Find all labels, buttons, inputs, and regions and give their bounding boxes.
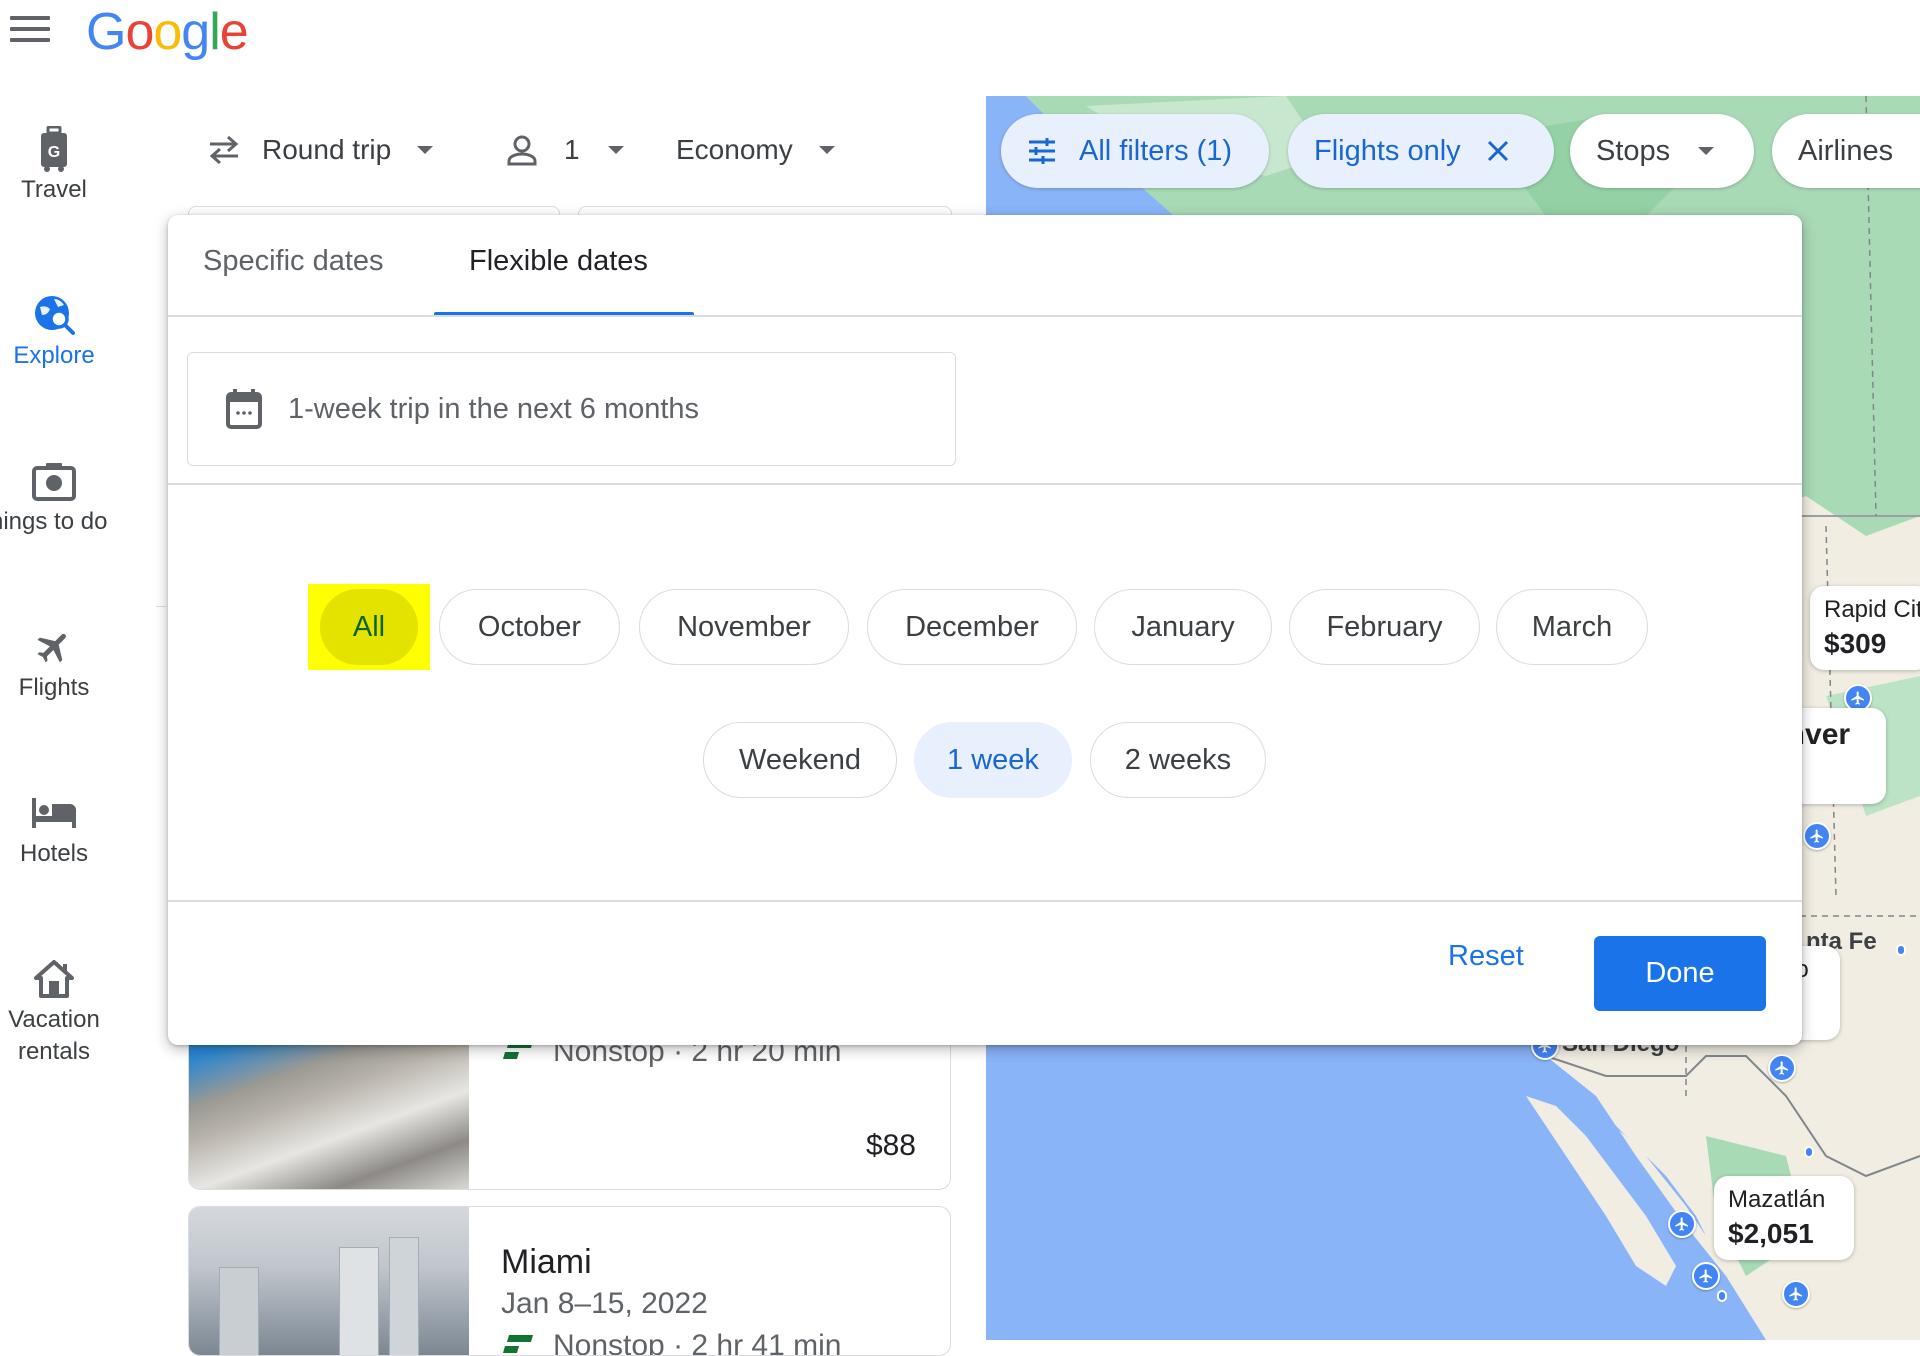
route-info: Nonstop · 2 hr 41 min xyxy=(501,1329,842,1356)
sidebar-item-hotels[interactable]: Hotels xyxy=(0,788,108,870)
map-dot xyxy=(1896,944,1906,956)
stops-filter-chip[interactable]: Stops xyxy=(1570,114,1754,188)
menu-line xyxy=(10,27,50,31)
swap-arrows-icon xyxy=(209,135,239,165)
airport-pin-icon[interactable] xyxy=(1782,1280,1810,1308)
airport-pin-icon[interactable] xyxy=(1803,822,1831,850)
duration-chip-weekend[interactable]: Weekend xyxy=(703,722,897,798)
all-filters-label: All filters (1) xyxy=(1079,134,1233,167)
map-label-city: Mazatlán xyxy=(1728,1186,1826,1213)
sidebar-item-label: Flights xyxy=(18,674,90,701)
cabin-class-select[interactable]: Economy xyxy=(676,130,835,170)
google-logo[interactable]: Google xyxy=(86,2,249,62)
month-chip-october[interactable]: October xyxy=(439,589,620,665)
logo-letter: G xyxy=(86,3,126,61)
map-dot xyxy=(1717,1290,1727,1302)
month-chip-december[interactable]: December xyxy=(867,589,1077,665)
chevron-down-icon xyxy=(607,146,624,154)
sidebar-item-label-line2: rentals xyxy=(17,1038,91,1065)
chevron-down-icon xyxy=(1698,147,1715,155)
sidebar-item-label: Travel xyxy=(21,176,87,203)
logo-letter: e xyxy=(219,3,249,61)
passengers-value: 1 xyxy=(564,134,580,165)
airport-pin-icon[interactable] xyxy=(1768,1054,1796,1082)
logo-letter: o xyxy=(125,3,154,61)
person-icon xyxy=(507,135,537,166)
bed-icon xyxy=(0,788,108,838)
sidebar-item-travel[interactable]: G Travel xyxy=(0,124,108,206)
month-chip-february[interactable]: February xyxy=(1289,589,1480,665)
sidebar-item-things-to-do[interactable]: hings to do xyxy=(0,456,130,538)
duration-chip-1-week[interactable]: 1 week xyxy=(914,722,1072,798)
trip-type-value: Round trip xyxy=(262,134,392,165)
destination-photo xyxy=(189,1207,469,1355)
divider xyxy=(168,315,1802,317)
chevron-down-icon xyxy=(417,146,434,154)
airport-pin-icon[interactable] xyxy=(1692,1262,1720,1290)
svg-text:G: G xyxy=(48,144,60,161)
logo-letter: l xyxy=(209,3,221,61)
trip-type-select[interactable]: Round trip xyxy=(206,130,434,170)
flights-only-label: Flights only xyxy=(1314,134,1461,167)
month-chip-november[interactable]: November xyxy=(639,589,849,665)
map-price-label[interactable]: Rapid Cit $309 xyxy=(1810,586,1920,670)
menu-line xyxy=(10,38,50,42)
trip-dates: Jan 8–15, 2022 xyxy=(501,1287,708,1320)
sidebar-item-label: Explore xyxy=(13,342,95,369)
duration-chip-2-weeks[interactable]: 2 weeks xyxy=(1090,722,1266,798)
summary-text: 1-week trip in the next 6 months xyxy=(288,392,700,425)
flexible-dates-summary[interactable]: 1-week trip in the next 6 months xyxy=(187,352,956,466)
sidebar-item-flights[interactable]: Flights xyxy=(0,622,108,704)
month-chip-all[interactable]: All xyxy=(320,589,418,665)
flights-only-chip[interactable]: Flights only xyxy=(1288,114,1554,188)
tune-icon xyxy=(1029,138,1055,164)
result-card[interactable]: Miami Jan 8–15, 2022 Nonstop · 2 hr 41 m… xyxy=(188,1206,951,1356)
sidebar-divider xyxy=(156,606,166,607)
result-price: $88 xyxy=(865,1129,916,1162)
main-menu-button[interactable] xyxy=(10,16,50,46)
cabin-class-value: Economy xyxy=(676,134,793,165)
divider xyxy=(168,900,1802,902)
done-button[interactable]: Done xyxy=(1594,936,1766,1011)
destination-name: Miami xyxy=(501,1243,592,1281)
sidebar-item-label: Hotels xyxy=(19,840,89,867)
stops-label: Stops xyxy=(1596,134,1671,167)
close-icon[interactable] xyxy=(1487,140,1509,162)
reset-button[interactable]: Reset xyxy=(1448,940,1524,973)
map-label-city: Rapid Cit xyxy=(1824,596,1920,623)
explore-globe-icon xyxy=(0,290,108,340)
airlines-label: Airlines xyxy=(1798,134,1894,167)
logo-letter: g xyxy=(181,3,210,61)
month-chip-january[interactable]: January xyxy=(1094,589,1272,665)
luggage-icon: G xyxy=(0,124,108,174)
airplane-icon xyxy=(0,622,108,672)
sidebar-item-label: hings to do xyxy=(0,508,108,535)
map-price-label[interactable]: Mazatlán $2,051 xyxy=(1714,1176,1854,1260)
chevron-down-icon xyxy=(818,146,835,154)
menu-line xyxy=(10,16,50,20)
map-dot xyxy=(1804,1146,1814,1158)
sidebar-item-explore[interactable]: Explore xyxy=(0,290,108,372)
airport-pin-icon[interactable] xyxy=(1668,1210,1696,1238)
camera-icon xyxy=(0,456,130,506)
tab-specific-dates[interactable]: Specific dates xyxy=(203,245,384,297)
month-chip-march[interactable]: March xyxy=(1496,589,1648,665)
divider xyxy=(168,483,1802,485)
date-picker-dialog: Specific dates Flexible dates 1-week tri… xyxy=(168,215,1802,1045)
airlines-filter-chip[interactable]: Airlines xyxy=(1772,114,1920,188)
map-label-price: $2,051 xyxy=(1728,1218,1814,1249)
sidebar-item-label: Vacation xyxy=(8,1006,100,1033)
all-filters-chip[interactable]: All filters (1) xyxy=(1001,114,1269,188)
tab-flexible-dates[interactable]: Flexible dates xyxy=(469,245,648,297)
sidebar-item-vacation-rentals[interactable]: Vacation rentals xyxy=(0,954,108,1068)
route-text: Nonstop · 2 hr 41 min xyxy=(553,1329,842,1356)
calendar-icon xyxy=(226,389,262,429)
passengers-select[interactable]: 1 xyxy=(506,130,624,170)
house-icon xyxy=(0,954,108,1004)
airline-logo-icon xyxy=(503,1335,533,1353)
map-label-price: $309 xyxy=(1824,628,1887,659)
logo-letter: o xyxy=(153,3,182,61)
